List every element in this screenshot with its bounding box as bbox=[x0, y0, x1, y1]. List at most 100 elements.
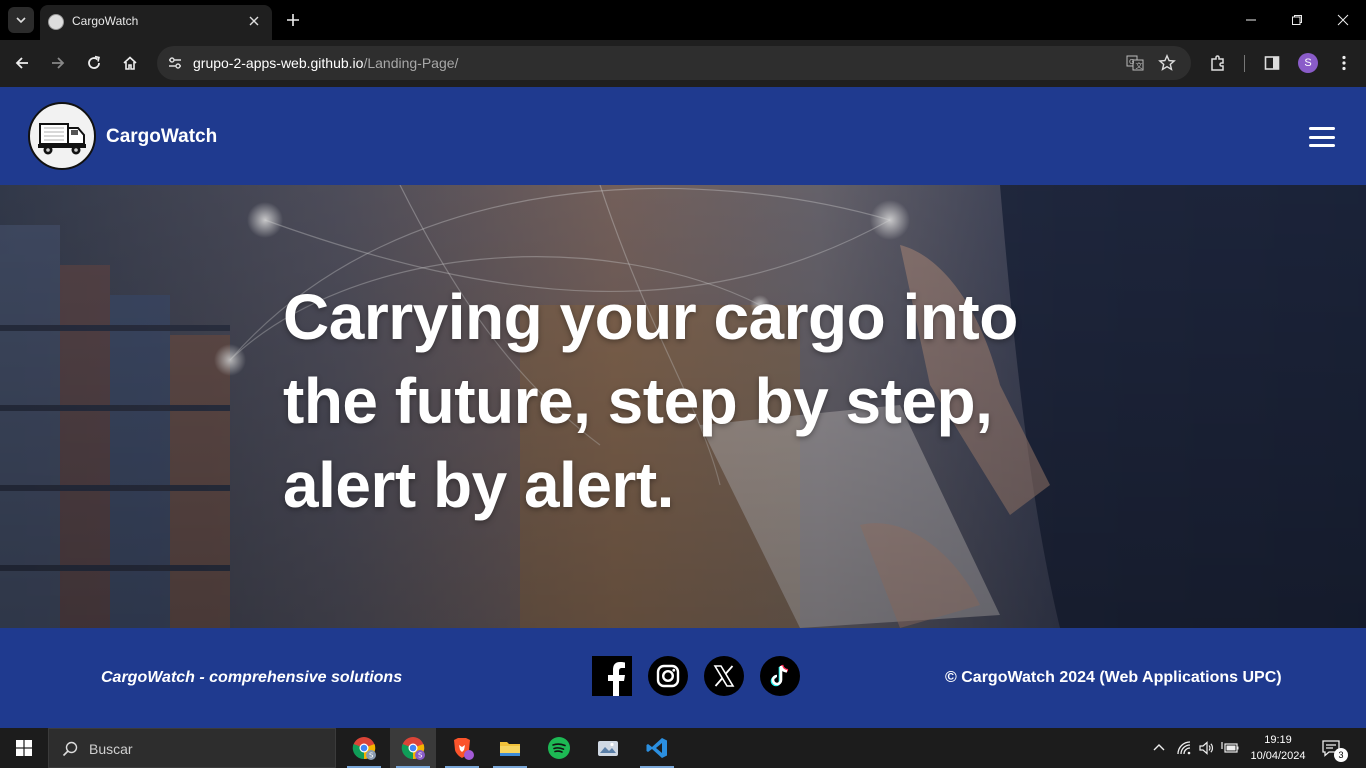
web-page: CargoWatch Carrying your cargo into the … bbox=[0, 87, 1366, 728]
close-window-button[interactable] bbox=[1320, 0, 1366, 40]
close-icon bbox=[249, 16, 259, 26]
reload-button[interactable] bbox=[79, 48, 109, 78]
x-link[interactable] bbox=[704, 656, 744, 696]
svg-text:文: 文 bbox=[1136, 61, 1143, 70]
forward-button[interactable] bbox=[43, 48, 73, 78]
brand-name[interactable]: CargoWatch bbox=[106, 126, 217, 148]
taskbar-chrome-active[interactable]: S bbox=[390, 728, 436, 768]
instagram-icon bbox=[648, 656, 688, 696]
tab-close-button[interactable] bbox=[244, 11, 264, 31]
windows-taskbar: Buscar S S 19:19 10/04/2024 3 bbox=[0, 728, 1366, 768]
taskbar-clock[interactable]: 19:19 10/04/2024 bbox=[1246, 732, 1310, 764]
volume-button[interactable] bbox=[1196, 738, 1216, 758]
url-host: grupo-2-apps-web.github.io bbox=[193, 55, 364, 71]
hero-line-2: the future, step by step, bbox=[283, 365, 993, 437]
hero-line-3: alert by alert. bbox=[283, 449, 674, 521]
side-panel-button[interactable] bbox=[1257, 48, 1287, 78]
puzzle-icon bbox=[1211, 55, 1224, 71]
restore-icon bbox=[1292, 15, 1302, 25]
favicon-icon bbox=[48, 14, 64, 30]
taskbar-spotify[interactable] bbox=[536, 728, 582, 768]
hero-headline: Carrying your cargo into the future, ste… bbox=[283, 275, 1083, 527]
truck-icon bbox=[38, 123, 86, 155]
home-button[interactable] bbox=[115, 48, 145, 78]
clock-date: 10/04/2024 bbox=[1250, 750, 1306, 762]
show-hidden-icons-button[interactable] bbox=[1149, 738, 1169, 758]
home-icon bbox=[123, 56, 137, 70]
translate-icon: G文 bbox=[1126, 55, 1144, 71]
battery-button[interactable] bbox=[1220, 738, 1240, 758]
url-text: grupo-2-apps-web.github.io/Landing-Page/ bbox=[193, 55, 458, 71]
minimize-icon bbox=[1246, 19, 1256, 21]
network-button[interactable] bbox=[1174, 738, 1194, 758]
site-info-button[interactable] bbox=[163, 51, 187, 75]
profile-button[interactable]: S bbox=[1293, 48, 1323, 78]
battery-icon bbox=[1221, 742, 1239, 753]
footer-tagline: CargoWatch - comprehensive solutions bbox=[101, 669, 403, 686]
toolbar-divider bbox=[1244, 55, 1245, 72]
site-logo[interactable] bbox=[28, 102, 96, 170]
windows-icon bbox=[16, 740, 32, 756]
hero-line-1: Carrying your cargo into bbox=[283, 281, 1018, 353]
photos-icon bbox=[598, 741, 618, 756]
menu-button[interactable] bbox=[1329, 48, 1359, 78]
hamburger-line bbox=[1309, 135, 1335, 139]
instagram-link[interactable] bbox=[648, 656, 688, 696]
footer-copyright: © CargoWatch 2024 (Web Applications UPC) bbox=[945, 669, 1282, 686]
vscode-icon bbox=[646, 738, 667, 758]
taskbar-vscode[interactable] bbox=[634, 728, 680, 768]
clock-time: 19:19 bbox=[1264, 734, 1292, 746]
tab-search-button[interactable] bbox=[8, 7, 34, 33]
site-footer: CargoWatch - comprehensive solutions © C… bbox=[0, 628, 1366, 728]
browser-tab-strip: CargoWatch bbox=[0, 0, 1366, 40]
avatar: S bbox=[1298, 53, 1318, 73]
hamburger-line bbox=[1309, 127, 1335, 130]
hamburger-menu-button[interactable] bbox=[1306, 124, 1338, 150]
taskbar-chrome[interactable]: S bbox=[341, 728, 387, 768]
taskbar-file-explorer[interactable] bbox=[487, 728, 533, 768]
star-icon bbox=[1158, 54, 1176, 71]
tab-title: CargoWatch bbox=[72, 14, 139, 28]
extensions-button[interactable] bbox=[1203, 48, 1233, 78]
back-button[interactable] bbox=[7, 48, 37, 78]
arrow-left-icon bbox=[15, 57, 28, 69]
notification-badge: 3 bbox=[1334, 748, 1348, 762]
svg-text:S: S bbox=[369, 752, 374, 760]
taskbar-brave[interactable] bbox=[439, 728, 485, 768]
notifications-button[interactable]: 3 bbox=[1320, 736, 1348, 762]
tiktok-link[interactable] bbox=[760, 656, 800, 696]
browser-tab[interactable]: CargoWatch bbox=[40, 5, 272, 40]
facebook-icon bbox=[592, 656, 632, 696]
reload-icon bbox=[88, 55, 100, 69]
translate-button[interactable]: G文 bbox=[1123, 51, 1147, 75]
taskbar-search[interactable]: Buscar bbox=[48, 728, 336, 768]
browser-toolbar: grupo-2-apps-web.github.io/Landing-Page/… bbox=[0, 40, 1366, 87]
taskbar-photos[interactable] bbox=[585, 728, 631, 768]
speaker-icon bbox=[1199, 741, 1214, 755]
hamburger-line bbox=[1309, 144, 1335, 147]
start-button[interactable] bbox=[0, 728, 48, 768]
new-tab-button[interactable] bbox=[281, 8, 305, 32]
search-icon bbox=[62, 741, 78, 757]
close-icon bbox=[1337, 14, 1349, 26]
svg-text:G: G bbox=[1129, 58, 1134, 66]
spotify-icon bbox=[548, 737, 570, 759]
chevron-down-icon bbox=[16, 17, 26, 24]
site-navbar: CargoWatch bbox=[0, 87, 1366, 185]
search-label: Buscar bbox=[89, 741, 133, 757]
tiktok-icon bbox=[760, 656, 800, 696]
chrome-icon: S bbox=[352, 737, 376, 760]
wifi-icon bbox=[1177, 741, 1191, 755]
side-panel-icon bbox=[1264, 56, 1280, 70]
address-bar[interactable]: grupo-2-apps-web.github.io/Landing-Page/… bbox=[157, 46, 1191, 80]
file-explorer-icon bbox=[500, 742, 520, 756]
arrow-right-icon bbox=[52, 57, 65, 69]
hero-section: Carrying your cargo into the future, ste… bbox=[0, 185, 1366, 628]
svg-text:S: S bbox=[418, 752, 423, 760]
facebook-link[interactable] bbox=[592, 656, 632, 696]
restore-button[interactable] bbox=[1274, 0, 1320, 40]
chevron-up-icon bbox=[1153, 744, 1165, 751]
url-path: /Landing-Page/ bbox=[363, 55, 459, 71]
bookmark-button[interactable] bbox=[1155, 51, 1179, 75]
minimize-button[interactable] bbox=[1228, 0, 1274, 40]
